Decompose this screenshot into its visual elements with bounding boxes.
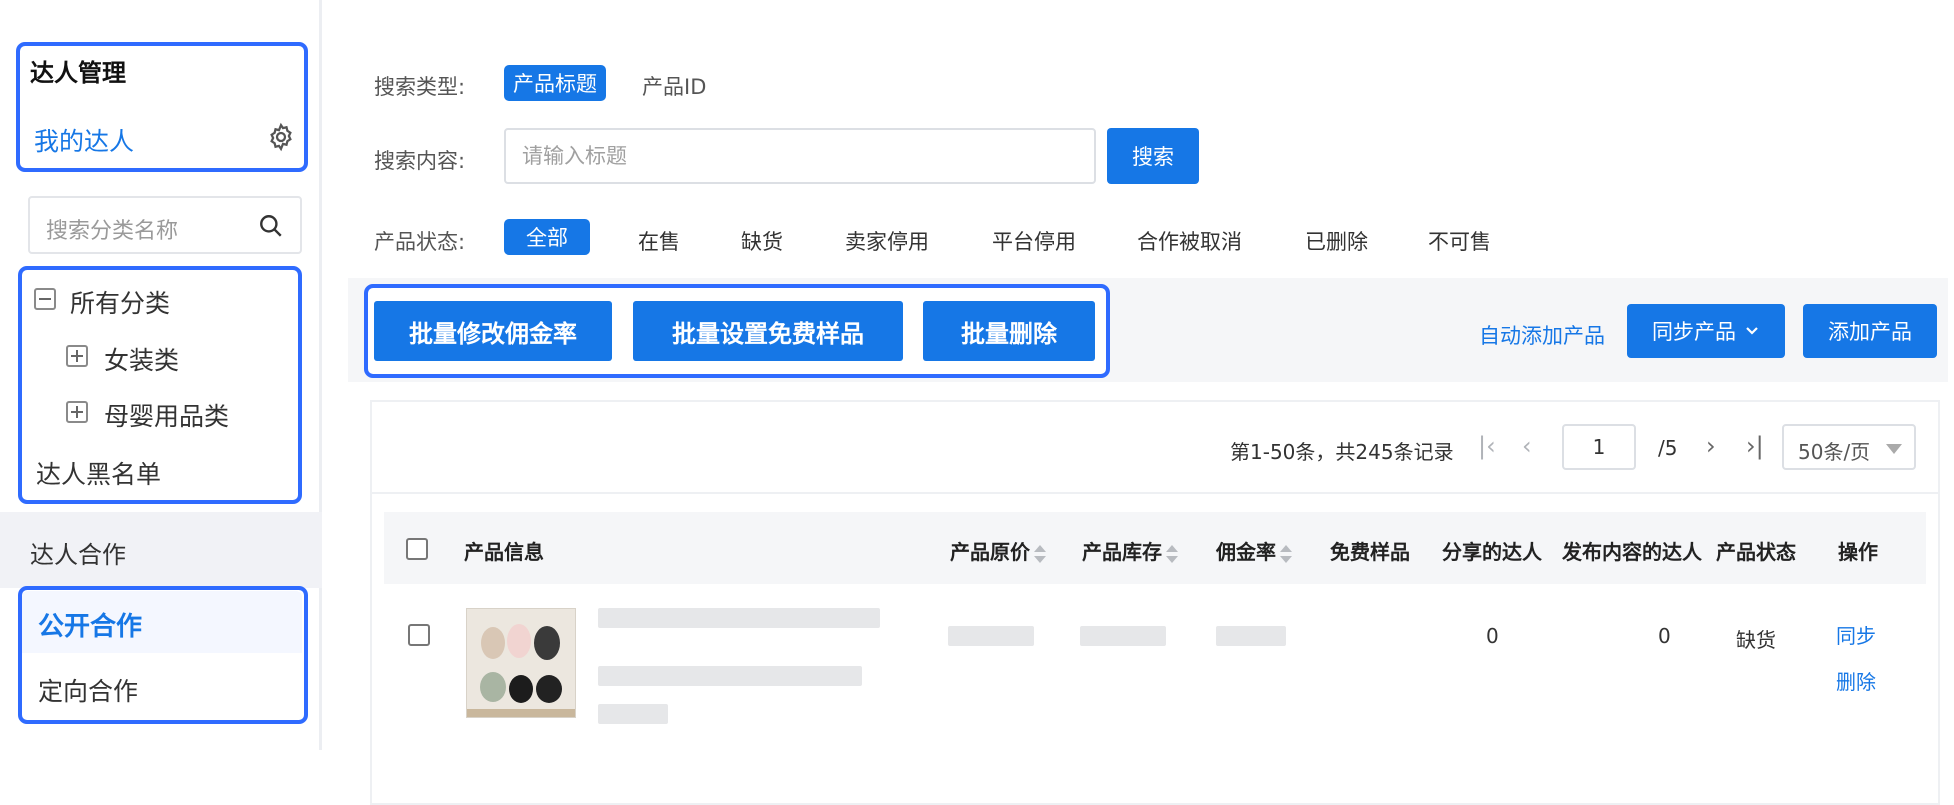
sidebar-item-public-coop[interactable]: 公开合作	[38, 606, 142, 643]
sidebar-item-targeted-coop[interactable]: 定向合作	[38, 672, 138, 708]
search-icon[interactable]	[258, 213, 284, 239]
coop-group-title: 达人合作	[30, 541, 126, 569]
sort-icon[interactable]	[1034, 544, 1046, 564]
status-all[interactable]: 全部	[504, 219, 590, 255]
category-search-input[interactable]: 搜索分类名称	[28, 196, 302, 254]
table-header: 产品信息 产品原价 产品库存 佣金率 免费样品 分享的达人 发布内容的达人 产品…	[384, 512, 1926, 584]
status-deleted[interactable]: 已删除	[1305, 226, 1368, 256]
sidebar-item-blacklist[interactable]: 达人黑名单	[36, 455, 161, 491]
blurred-commission	[1216, 626, 1286, 646]
blurred-stock	[1080, 626, 1166, 646]
col-product-info: 产品信息	[464, 540, 544, 564]
shared-influencers-count: 0	[1486, 624, 1499, 648]
search-input-field[interactable]	[506, 130, 1094, 182]
col-published-influencers: 发布内容的达人	[1562, 540, 1702, 564]
search-type-title[interactable]: 产品标题	[504, 65, 606, 101]
first-page-icon[interactable]: |‹	[1478, 432, 1496, 460]
batch-set-sample-button[interactable]: 批量设置免费样品	[633, 301, 903, 361]
col-original-price-label: 产品原价	[950, 540, 1030, 564]
status-on-sale[interactable]: 在售	[638, 226, 680, 256]
col-product-status: 产品状态	[1716, 540, 1796, 564]
expand-icon[interactable]	[66, 345, 88, 367]
status-platform-disabled[interactable]: 平台停用	[992, 226, 1076, 256]
status-label: 产品状态:	[374, 230, 466, 254]
col-shared-influencers: 分享的达人	[1442, 540, 1542, 564]
blurred-title-line	[598, 608, 880, 628]
search-type-id[interactable]: 产品ID	[642, 71, 706, 101]
status-seller-disabled[interactable]: 卖家停用	[845, 226, 929, 256]
category-maternal-baby[interactable]: 母婴用品类	[104, 397, 229, 433]
col-stock-label: 产品库存	[1082, 540, 1162, 564]
prev-page-icon[interactable]: ‹	[1522, 432, 1532, 460]
blurred-title-line	[598, 704, 668, 724]
product-image	[467, 609, 575, 717]
col-free-sample: 免费样品	[1330, 540, 1410, 564]
page-number-input[interactable]: 1	[1562, 424, 1636, 470]
sync-product-label: 同步产品	[1652, 320, 1736, 344]
chevron-down-icon	[1746, 327, 1758, 335]
blurred-price	[948, 626, 1034, 646]
search-input[interactable]	[504, 128, 1096, 184]
sync-link[interactable]: 同步	[1836, 620, 1876, 649]
add-product-button[interactable]: 添加产品	[1803, 304, 1937, 358]
pagination: 第1-50条，共245条记录 |‹ ‹ 1 /5 › ›| 50条/页	[372, 402, 1938, 494]
blurred-title-line	[598, 666, 862, 686]
gear-icon[interactable]	[266, 122, 296, 152]
expand-icon[interactable]	[66, 401, 88, 423]
status-coop-cancelled[interactable]: 合作被取消	[1137, 226, 1242, 256]
collapse-icon[interactable]	[34, 288, 56, 310]
row-checkbox[interactable]	[408, 624, 430, 646]
col-original-price[interactable]: 产品原价	[950, 536, 1046, 565]
category-all[interactable]: 所有分类	[70, 284, 170, 320]
delete-link[interactable]: 删除	[1836, 666, 1876, 695]
group-title: 达人管理	[30, 59, 126, 87]
pagination-summary: 第1-50条，共245条记录	[1230, 440, 1454, 464]
published-influencers-count: 0	[1658, 624, 1671, 648]
page-size-value: 50条/页	[1798, 440, 1871, 464]
col-commission[interactable]: 佣金率	[1216, 536, 1292, 565]
search-type-label: 搜索类型:	[374, 75, 466, 99]
page-total: /5	[1658, 436, 1678, 460]
auto-add-product-link[interactable]: 自动添加产品	[1479, 320, 1605, 350]
sidebar: 达人管理 我的达人 搜索分类名称 所有分类 女装类 母婴用品类 达人黑名单 达人…	[0, 0, 322, 750]
sidebar-item-my-influencers[interactable]: 我的达人	[34, 122, 134, 158]
product-thumbnail[interactable]	[466, 608, 576, 718]
status-out-of-stock[interactable]: 缺货	[741, 226, 783, 256]
main-content: 搜索类型: 产品标题 产品ID 搜索内容: 搜索 产品状态: 全部 在售 缺货 …	[348, 0, 1948, 805]
select-all-checkbox[interactable]	[406, 538, 428, 560]
batch-edit-rate-button[interactable]: 批量修改佣金率	[374, 301, 612, 361]
next-page-icon[interactable]: ›	[1706, 432, 1716, 460]
col-commission-label: 佣金率	[1216, 540, 1276, 564]
last-page-icon[interactable]: ›|	[1746, 432, 1764, 460]
product-table-card: 第1-50条，共245条记录 |‹ ‹ 1 /5 › ›| 50条/页	[370, 400, 1940, 805]
status-unsellable[interactable]: 不可售	[1428, 226, 1491, 256]
sort-icon[interactable]	[1280, 544, 1292, 564]
category-womens-clothing[interactable]: 女装类	[104, 341, 179, 377]
search-content-label: 搜索内容:	[374, 149, 466, 173]
page-size-select[interactable]: 50条/页	[1782, 424, 1916, 470]
product-status: 缺货	[1736, 628, 1776, 652]
sort-icon[interactable]	[1166, 544, 1178, 564]
category-search-placeholder: 搜索分类名称	[46, 219, 179, 244]
sync-product-button[interactable]: 同步产品	[1627, 304, 1785, 358]
col-operations: 操作	[1838, 540, 1878, 564]
caret-down-icon	[1886, 444, 1902, 454]
search-button[interactable]: 搜索	[1107, 128, 1199, 184]
col-stock[interactable]: 产品库存	[1082, 536, 1178, 565]
batch-delete-button[interactable]: 批量删除	[923, 301, 1095, 361]
